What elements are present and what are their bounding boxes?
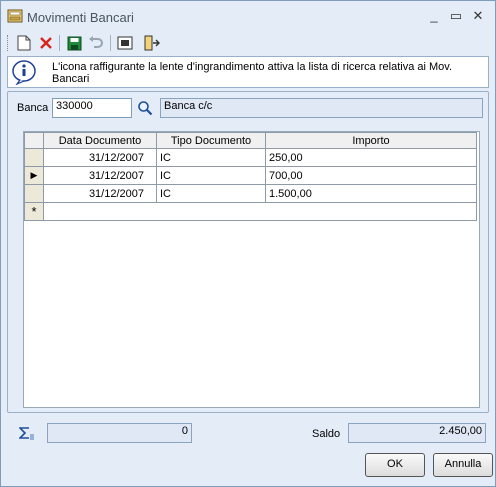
cell-date[interactable]: 31/12/2007 (43, 148, 157, 167)
toolbar-separator (59, 35, 60, 51)
banca-label: Banca (17, 102, 49, 114)
movements-grid: Data Documento Tipo Documento Importo 31… (23, 131, 480, 408)
ok-button[interactable]: OK (365, 453, 425, 477)
window: Movimenti Bancari _ ▭ ✕ L'icona raffigur… (0, 0, 496, 487)
new-document-icon[interactable] (15, 34, 33, 52)
new-row-cells[interactable] (43, 202, 477, 221)
banca-description-field: Banca c/c (160, 98, 483, 118)
search-icon[interactable] (137, 100, 153, 116)
delete-icon[interactable] (37, 34, 55, 52)
row-selector[interactable] (24, 148, 44, 167)
cell-type[interactable]: IC (156, 148, 266, 167)
table-row[interactable]: 31/12/2007 IC 250,00 (24, 148, 477, 167)
grid-header-row: Data Documento Tipo Documento Importo (24, 132, 477, 149)
sum-icon (19, 427, 34, 440)
row-selector[interactable] (24, 184, 44, 203)
table-row[interactable]: 31/12/2007 IC 1.500,00 (24, 184, 477, 203)
column-header-date[interactable]: Data Documento (43, 132, 157, 149)
undo-icon[interactable] (87, 34, 105, 52)
info-bar: L'icona raffigurante la lente d'ingrandi… (7, 56, 489, 88)
record-count-field: 0 (47, 423, 192, 443)
info-icon (12, 60, 36, 85)
print-preview-icon[interactable] (116, 34, 134, 52)
current-row-marker-icon[interactable]: ▶ (24, 166, 44, 185)
save-icon[interactable] (65, 34, 83, 52)
maximize-button[interactable]: ▭ (447, 8, 465, 24)
minimize-button[interactable]: _ (425, 8, 443, 24)
row-selector-header (24, 132, 44, 149)
column-header-amount[interactable]: Importo (265, 132, 477, 149)
toolbar-separator (110, 35, 111, 51)
banca-code-input[interactable]: 330000 (52, 98, 132, 118)
cell-amount[interactable]: 1.500,00 (265, 184, 477, 203)
new-row-marker-icon[interactable]: * (24, 202, 44, 221)
exit-icon[interactable] (143, 34, 161, 52)
table-row[interactable]: ▶ 31/12/2007 IC 700,00 (24, 166, 477, 185)
info-message: L'icona raffigurante la lente d'ingrandi… (52, 61, 453, 85)
close-button[interactable]: ✕ (469, 8, 487, 24)
cell-type[interactable]: IC (156, 184, 266, 203)
new-row[interactable]: * (24, 202, 477, 221)
cell-type[interactable]: IC (156, 166, 266, 185)
window-title: Movimenti Bancari (27, 10, 134, 25)
column-header-type[interactable]: Tipo Documento (156, 132, 266, 149)
cell-date[interactable]: 31/12/2007 (43, 184, 157, 203)
cell-amount[interactable]: 700,00 (265, 166, 477, 185)
cancel-button[interactable]: Annulla (433, 453, 493, 477)
saldo-value-field: 2.450,00 (348, 423, 486, 443)
toolbar (7, 32, 491, 54)
cell-amount[interactable]: 250,00 (265, 148, 477, 167)
toolbar-grip (7, 35, 11, 51)
cell-date[interactable]: 31/12/2007 (43, 166, 157, 185)
app-icon (7, 9, 23, 23)
saldo-label: Saldo (312, 428, 341, 440)
title-bar: Movimenti Bancari _ ▭ ✕ (1, 1, 495, 31)
